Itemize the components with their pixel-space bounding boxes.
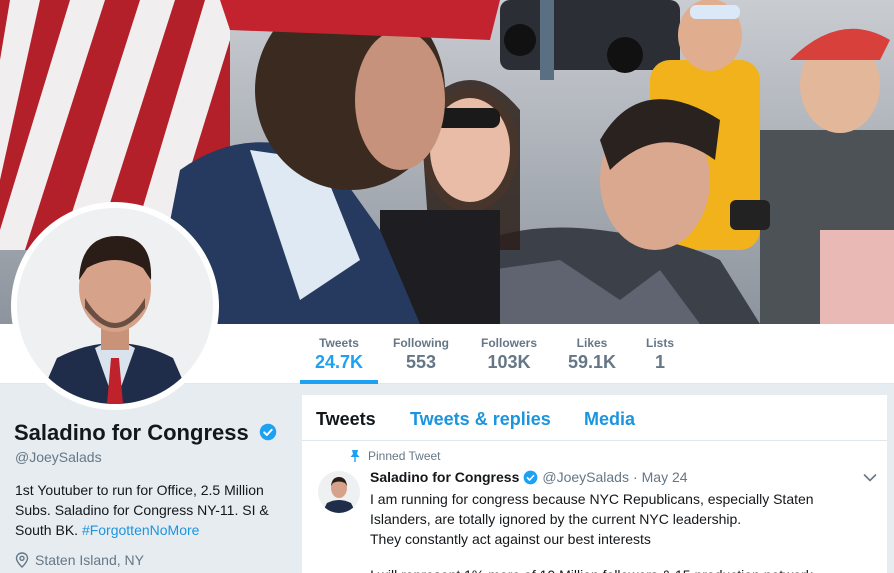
profile-name-text: Saladino for Congress xyxy=(14,420,249,445)
tweet-author-avatar[interactable] xyxy=(318,471,360,513)
location-pin-icon xyxy=(15,552,29,568)
stat-lists[interactable]: Lists 1 xyxy=(640,324,680,384)
profile-card: Saladino for Congress @JoeySalads 1st Yo… xyxy=(0,384,300,573)
pinned-tweet-label: Pinned Tweet xyxy=(368,449,441,463)
stat-following-value: 553 xyxy=(405,352,437,372)
tweet-meta-separator: · xyxy=(632,469,638,485)
timeline: Tweets Tweets & replies Media Pinned Twe… xyxy=(302,395,887,573)
profile-name[interactable]: Saladino for Congress xyxy=(14,420,277,446)
stat-following-label: Following xyxy=(393,336,449,350)
tweet-text-line: Islanders, are totally ignored by the cu… xyxy=(370,511,742,527)
tweet-avatar-portrait xyxy=(318,471,360,513)
tweet-text-cut-off-line: I will represent 1% more of 10 Million f… xyxy=(370,565,840,573)
avatar-portrait xyxy=(17,208,213,404)
tweet-text: I am running for congress because NYC Re… xyxy=(370,489,840,549)
profile-bio: 1st Youtuber to run for Office, 2.5 Mill… xyxy=(15,480,285,540)
stat-lists-value: 1 xyxy=(654,352,665,372)
tab-tweets-and-replies[interactable]: Tweets & replies xyxy=(410,409,551,430)
profile-location-text: Staten Island, NY xyxy=(35,552,144,568)
stat-tweets-label: Tweets xyxy=(319,336,359,350)
stat-lists-label: Lists xyxy=(645,336,674,350)
profile-location: Staten Island, NY xyxy=(15,552,144,568)
timeline-tabs: Tweets Tweets & replies Media xyxy=(302,395,887,441)
bio-hashtag-link[interactable]: #ForgottenNoMore xyxy=(82,522,200,538)
tweet-text-line: I will represent 1% more of 10 Million f… xyxy=(370,565,840,573)
profile-avatar[interactable] xyxy=(11,202,219,410)
pinned-tweet-indicator: Pinned Tweet xyxy=(350,449,441,463)
tweet-header: Saladino for Congress @JoeySalads · May … xyxy=(370,469,688,485)
verified-badge-icon xyxy=(523,470,538,484)
pinned-tweet[interactable]: Pinned Tweet Saladino for Congress @Joey… xyxy=(302,441,887,573)
stat-following[interactable]: Following 553 xyxy=(388,324,454,384)
stat-tweets[interactable]: Tweets 24.7K xyxy=(300,324,378,384)
stat-tweets-value: 24.7K xyxy=(314,352,364,372)
stat-likes-value: 59.1K xyxy=(567,352,617,372)
verified-badge-icon xyxy=(259,423,277,441)
profile-handle[interactable]: @JoeySalads xyxy=(15,449,102,465)
tab-tweets[interactable]: Tweets xyxy=(316,409,376,430)
stat-followers-label: Followers xyxy=(480,336,537,350)
tweet-text-line: They constantly act against our best int… xyxy=(370,531,651,547)
tweet-date[interactable]: May 24 xyxy=(642,469,688,485)
stat-likes[interactable]: Likes 59.1K xyxy=(562,324,622,384)
tweet-text-line: I am running for congress because NYC Re… xyxy=(370,491,814,507)
tab-media[interactable]: Media xyxy=(584,409,635,430)
pin-icon xyxy=(350,450,360,462)
chevron-down-icon[interactable] xyxy=(863,473,877,483)
stat-followers[interactable]: Followers 103K xyxy=(474,324,544,384)
tweet-author-name[interactable]: Saladino for Congress xyxy=(370,469,519,485)
tweet-author-handle[interactable]: @JoeySalads xyxy=(542,469,629,485)
stat-followers-value: 103K xyxy=(487,352,531,372)
stat-likes-label: Likes xyxy=(576,336,608,350)
